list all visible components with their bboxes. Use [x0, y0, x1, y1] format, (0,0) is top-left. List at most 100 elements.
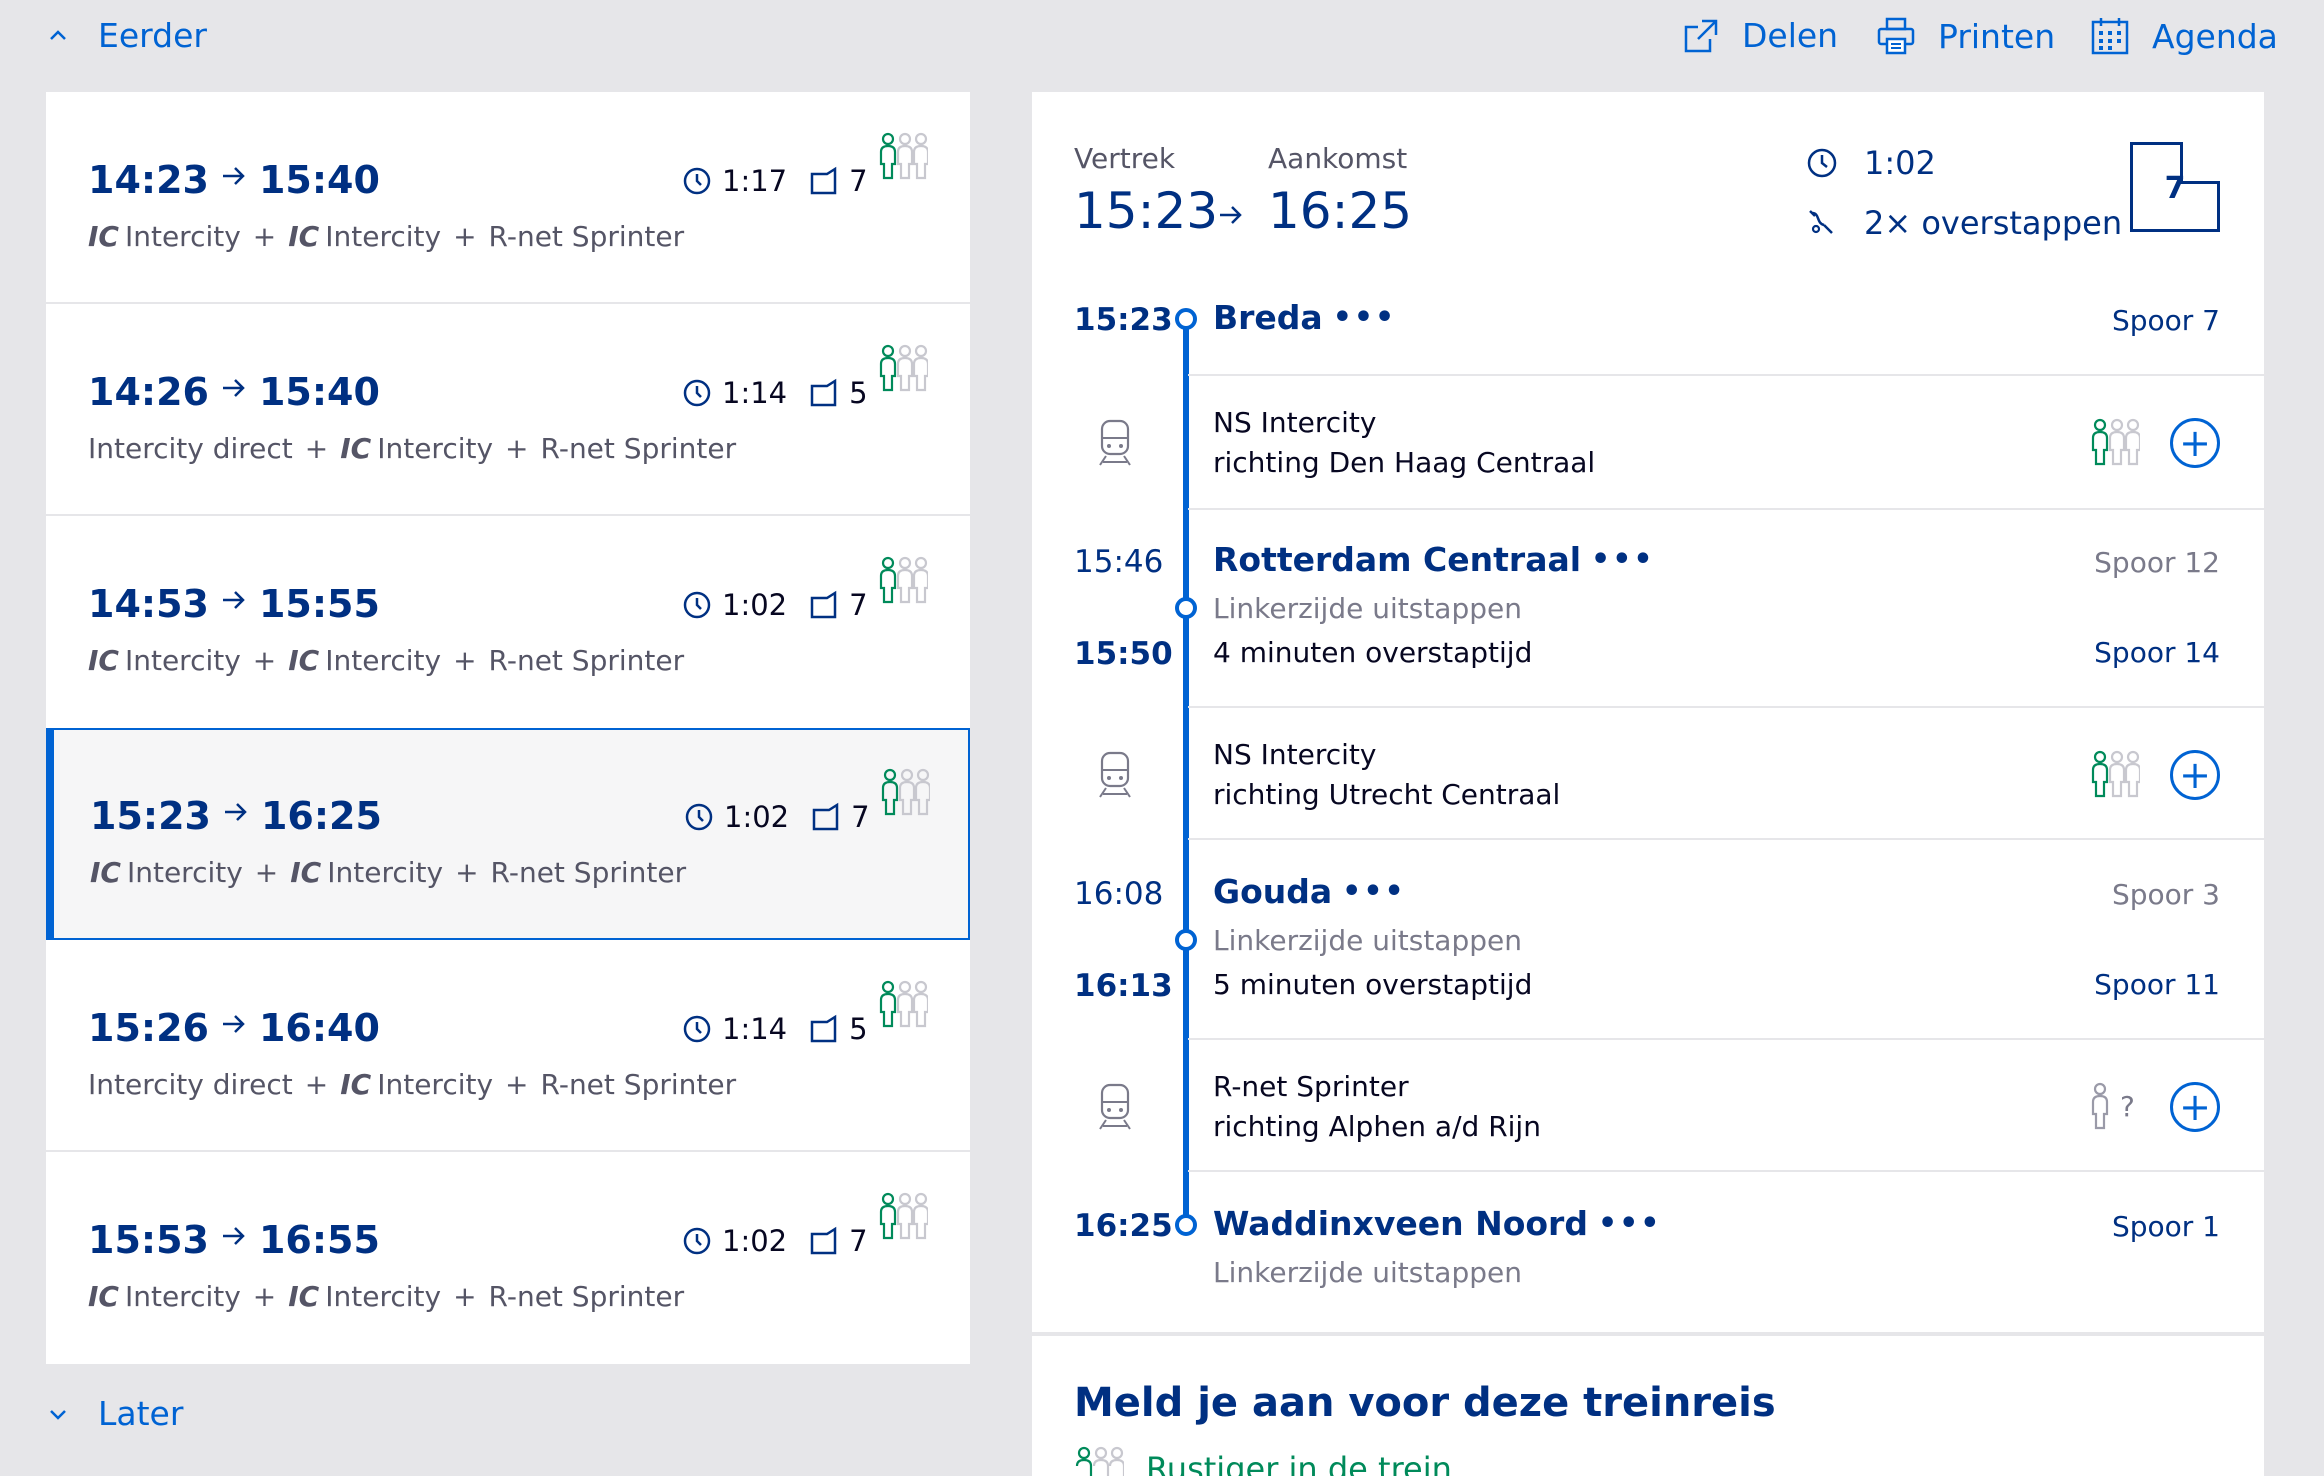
trip-duration: 1:14 [722, 1012, 788, 1046]
trip-times: 15:23 16:25 [90, 794, 382, 838]
arrow-icon [219, 160, 249, 200]
platform-icon [811, 802, 841, 832]
ic-logo: IC [88, 644, 119, 677]
print-button[interactable]: Printen [1876, 16, 2055, 56]
add-leg1-button[interactable]: + [2170, 418, 2220, 468]
more-icon[interactable]: ••• [1333, 300, 1397, 335]
trip-times: 15:26 16:40 [88, 1006, 380, 1050]
trip-platform: 7 [849, 164, 868, 198]
plus-icon: + [2179, 421, 2211, 465]
trip-departure: 14:26 [88, 370, 209, 414]
gouda-dep-platform: Spoor 11 [2094, 968, 2220, 1001]
train-type: Intercity [126, 856, 243, 889]
trip-detail-panel [1032, 92, 2264, 1332]
platform-badge: 7 [2130, 142, 2220, 232]
crowd-icon [878, 344, 930, 398]
trip-times: 14:26 15:40 [88, 370, 380, 414]
leg3-direction: richting Alphen a/d Rijn [1213, 1110, 1541, 1143]
station-gouda[interactable]: Gouda ••• [1213, 872, 1406, 911]
train-type: Intercity [124, 644, 241, 677]
divider [1188, 374, 2264, 376]
more-icon[interactable]: ••• [1591, 542, 1655, 577]
earlier-button[interactable]: Eerder [46, 16, 207, 55]
later-button[interactable]: Later [46, 1394, 183, 1433]
crowd-icon [2090, 418, 2142, 472]
trip-option[interactable]: 14:26 15:40 Intercity direct + IC Intercity + R… [46, 304, 970, 516]
station-breda-name: Breda [1213, 298, 1323, 337]
arrow-icon [219, 1008, 249, 1048]
crowd-icon [878, 1192, 930, 1246]
rotterdam-transfer-time: 4 minuten overstaptijd [1213, 636, 1533, 669]
station-rotterdam[interactable]: Rotterdam Centraal ••• [1213, 540, 1655, 579]
trip-modes: IC Intercity + IC Intercity + R-net Sprinter [88, 1280, 684, 1313]
arrival-time: 16:25 [1268, 182, 1413, 240]
leg1-train: NS Intercity [1213, 406, 1377, 439]
train-type: Intercity direct [88, 1068, 293, 1101]
transfers-value: 2× overstappen [1864, 204, 2123, 242]
trip-departure: 15:53 [88, 1218, 209, 1262]
trip-option[interactable]: 15:23 16:25 IC Intercity + IC Intercity + R-net … [46, 728, 970, 940]
trip-departure: 14:23 [88, 158, 209, 202]
trip-option[interactable]: 14:23 15:40 IC Intercity + IC Intercity + R-net … [46, 92, 970, 304]
waddinxveen-time: 16:25 [1074, 1208, 1173, 1244]
clock-icon [682, 1014, 712, 1044]
stop-node-rotterdam [1175, 597, 1197, 619]
stop-node-waddinxveen [1175, 1214, 1197, 1236]
platform-icon [809, 1014, 839, 1044]
crowd-icon [878, 556, 930, 610]
trip-option[interactable]: 15:53 16:55 IC Intercity + IC Intercity + R-net … [46, 1152, 970, 1364]
plus-separator: + [252, 644, 277, 677]
waddinxveen-exit-side: Linkerzijde uitstappen [1213, 1256, 1522, 1289]
more-icon[interactable]: ••• [1342, 874, 1406, 909]
station-waddinxveen[interactable]: Waddinxveen Noord ••• [1213, 1204, 1661, 1243]
plus-separator: + [304, 432, 329, 465]
plus-separator: + [254, 856, 279, 889]
chevron-up-icon [46, 24, 70, 48]
breda-platform: Spoor 7 [2111, 304, 2220, 337]
departure-time: 15:23 [1074, 182, 1219, 240]
ic-logo: IC [288, 644, 320, 677]
add-leg2-button[interactable]: + [2170, 750, 2220, 800]
rotterdam-arr-platform: Spoor 12 [2094, 546, 2220, 579]
arrival-label: Aankomst [1268, 142, 1408, 175]
add-leg3-button[interactable]: + [2170, 1082, 2220, 1132]
train-type: Intercity direct [88, 432, 293, 465]
clock-icon [682, 378, 712, 408]
arrow-icon [219, 584, 249, 624]
station-breda[interactable]: Breda ••• [1213, 298, 1396, 337]
trip-meta: 1:02 7 [684, 800, 870, 834]
later-label: Later [98, 1394, 184, 1433]
crowd-icon [2090, 750, 2142, 804]
calendar-button[interactable]: Agenda [2090, 16, 2278, 56]
rotterdam-dep-time: 15:50 [1074, 636, 1173, 672]
trip-duration: 1:02 [722, 1224, 788, 1258]
leg3-train: R-net Sprinter [1213, 1070, 1409, 1103]
train-icon [1096, 418, 1134, 472]
trip-option[interactable]: 14:53 15:55 IC Intercity + IC Intercity + R-net … [46, 516, 970, 728]
trip-duration: 1:17 [722, 164, 788, 198]
clock-icon [682, 166, 712, 196]
train-type: Intercity [327, 856, 444, 889]
trip-duration: 1:14 [722, 376, 788, 410]
plus-icon: + [2179, 753, 2211, 797]
gouda-arr-platform: Spoor 3 [2111, 878, 2220, 911]
trip-option[interactable]: 15:26 16:40 Intercity direct + IC Intercity + R… [46, 940, 970, 1152]
quieter-link[interactable]: Rustiger in de trein [1146, 1450, 1452, 1476]
trip-modes: IC Intercity + IC Intercity + R-net Sprinter [88, 644, 684, 677]
crowd-icon [878, 980, 930, 1034]
plus-separator: + [505, 1068, 529, 1101]
calendar-label: Agenda [2152, 16, 2278, 56]
platform-icon [809, 1226, 839, 1256]
chevron-down-icon [46, 1402, 70, 1426]
trip-departure: 14:53 [88, 582, 209, 626]
plus-separator: + [304, 1068, 329, 1101]
more-icon[interactable]: ••• [1598, 1206, 1662, 1241]
share-button[interactable]: Delen [1682, 16, 1838, 55]
waddinxveen-platform: Spoor 1 [2111, 1210, 2220, 1243]
train-type: R-net Sprinter [490, 856, 687, 889]
ic-logo: IC [88, 220, 119, 253]
train-type: Intercity [325, 220, 442, 253]
ic-logo: IC [90, 856, 121, 889]
trip-platform: 7 [849, 1224, 868, 1258]
ic-logo: IC [290, 856, 322, 889]
